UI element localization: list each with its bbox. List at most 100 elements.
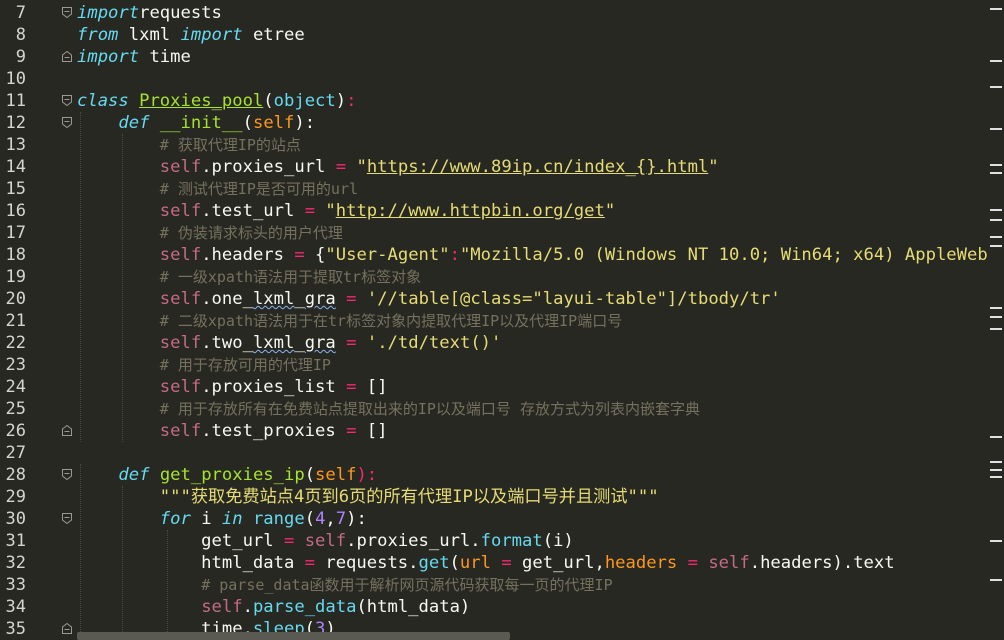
- code-text: html_data = requests.get(url = get_url,h…: [77, 552, 894, 574]
- vertical-scrollbar[interactable]: [988, 0, 1004, 640]
- line-number: 9: [15, 47, 26, 67]
- code-token: requests: [139, 3, 222, 23]
- code-line[interactable]: 11 class Proxies_pool(object):: [0, 90, 988, 112]
- code-line[interactable]: 9 import time: [0, 46, 988, 68]
- code-token: =: [346, 333, 357, 353]
- code-line[interactable]: 17 # 伪装请求标头的用户代理: [0, 222, 988, 244]
- code-token: _: [294, 333, 305, 353]
- scrollbar-marker: [990, 436, 1002, 438]
- code-line[interactable]: 29 """获取免费站点4页到6页的所有代理IP以及端口号并且测试""": [0, 486, 988, 508]
- line-number: 11: [5, 91, 26, 111]
- code-line[interactable]: 31 get_url = self.proxies_url.format(i): [0, 530, 988, 552]
- code-line[interactable]: 30 for i in range(4,7):: [0, 508, 988, 530]
- scrollbar-marker: [990, 245, 1002, 247]
- line-number: 31: [5, 531, 26, 551]
- code-token: (i): [542, 531, 574, 551]
- code-line[interactable]: 23 # 用于存放可用的代理IP: [0, 354, 988, 376]
- line-number: 15: [5, 179, 26, 199]
- code-line[interactable]: 20 self.one_lxml_gra = '//table[@class="…: [0, 288, 988, 310]
- code-text: # 测试代理IP是否可用的url: [77, 178, 358, 200]
- code-token: =: [346, 377, 357, 397]
- code-token: self: [159, 333, 202, 353]
- code-token: .: [242, 597, 253, 617]
- code-line[interactable]: 25 # 用于存放所有在免费站点提取出来的IP以及端口号 存放方式为列表内嵌套字…: [0, 398, 988, 420]
- code-text: self.test_url = "http://www.httpbin.org/…: [77, 200, 615, 222]
- code-line[interactable]: 10: [0, 68, 988, 90]
- code-line[interactable]: 28 def get_proxies_ip(self):: [0, 464, 988, 486]
- code-line[interactable]: 13 # 获取代理IP的站点: [0, 134, 988, 156]
- fold-open-icon[interactable]: [62, 95, 72, 106]
- fold-open-icon[interactable]: [62, 469, 72, 480]
- code-line[interactable]: 19 # 一级xpath语法用于提取tr标签对象: [0, 266, 988, 288]
- code-line[interactable]: 27: [0, 442, 988, 464]
- code-line[interactable]: 22 self.two_lxml_gra = './td/text()': [0, 332, 988, 354]
- code-token: object: [273, 91, 336, 111]
- code-token: (: [263, 91, 274, 111]
- code-text: # 获取代理IP的站点: [77, 134, 301, 156]
- line-number: 22: [5, 333, 26, 353]
- code-token: :: [346, 91, 357, 111]
- code-line[interactable]: 32 html_data = requests.get(url = get_ur…: [0, 552, 988, 574]
- code-token: .proxies_url: [201, 157, 336, 177]
- code-token: self: [159, 289, 202, 309]
- code-token: import: [77, 3, 140, 23]
- fold-close-icon[interactable]: [62, 51, 72, 62]
- fold-open-icon[interactable]: [62, 513, 72, 524]
- code-line[interactable]: 26 self.test_proxies = []: [0, 420, 988, 442]
- scrollbar-marker: [990, 316, 1002, 318]
- code-token: (: [449, 553, 460, 573]
- code-line[interactable]: 15 # 测试代理IP是否可用的url: [0, 178, 988, 200]
- code-line[interactable]: 16 self.test_url = "http://www.httpbin.o…: [0, 200, 988, 222]
- fold-open-icon[interactable]: [62, 117, 72, 128]
- code-token: 4: [315, 509, 326, 529]
- code-token: .two_: [201, 333, 253, 353]
- code-token: i: [190, 509, 222, 529]
- code-token: self: [159, 245, 202, 265]
- code-line[interactable]: 12 def __init__(self):: [0, 112, 988, 134]
- code-text: self.parse_data(html_data): [77, 596, 470, 618]
- code-text: # 用于存放可用的代理IP: [77, 354, 331, 376]
- code-token: (: [242, 113, 253, 133]
- code-line[interactable]: 8 from lxml import etree: [0, 24, 988, 46]
- code-line[interactable]: 14 self.proxies_url = "https://www.89ip.…: [0, 156, 988, 178]
- code-token: :: [449, 245, 460, 265]
- code-text: # 一级xpath语法用于提取tr标签对象: [77, 266, 421, 288]
- code-line[interactable]: 33 # parse_data函数用于解析网页源代码获取每一页的代理IP: [0, 574, 988, 596]
- code-token: self: [315, 465, 357, 485]
- code-text: # 二级xpath语法用于在tr标签对象内提取代理IP以及代理IP端口号: [77, 310, 622, 332]
- code-area[interactable]: 7 importrequests 8 from lxml import etree 9 i…: [0, 0, 988, 640]
- code-text: """获取免费站点4页到6页的所有代理IP以及端口号并且测试""": [77, 486, 659, 508]
- code-text: # 伪装请求标头的用户代理: [77, 222, 343, 244]
- code-token: ": [356, 157, 367, 177]
- code-line[interactable]: 18 self.headers = {"User-Agent":"Mozilla…: [0, 244, 988, 266]
- code-line[interactable]: 7 importrequests: [0, 2, 988, 24]
- code-token: # 用于存放所有在免费站点提取出来的IP以及端口号 存放方式为列表内嵌套字典: [159, 400, 700, 418]
- horizontal-scrollbar-thumb[interactable]: [77, 632, 510, 640]
- code-line[interactable]: 24 self.proxies_list = []: [0, 376, 988, 398]
- code-editor[interactable]: 7 importrequests 8 from lxml import etree 9 i…: [0, 0, 1004, 640]
- indent-guide: [80, 112, 81, 442]
- fold-close-icon[interactable]: [62, 425, 72, 436]
- code-line[interactable]: 21 # 二级xpath语法用于在tr标签对象内提取代理IP以及代理IP端口号: [0, 310, 988, 332]
- code-text: self.headers = {"User-Agent":"Mozilla/5.…: [77, 244, 988, 266]
- code-token: 7: [335, 509, 347, 529]
- fold-close-icon[interactable]: [62, 623, 72, 634]
- code-token: =: [346, 289, 357, 309]
- line-number: 19: [5, 267, 26, 287]
- fold-open-icon[interactable]: [62, 7, 72, 18]
- code-line[interactable]: 34 self.parse_data(html_data): [0, 596, 988, 618]
- scrollbar-marker: [990, 469, 1002, 471]
- code-token: ): [335, 91, 347, 111]
- code-token: './td/text()': [366, 333, 502, 353]
